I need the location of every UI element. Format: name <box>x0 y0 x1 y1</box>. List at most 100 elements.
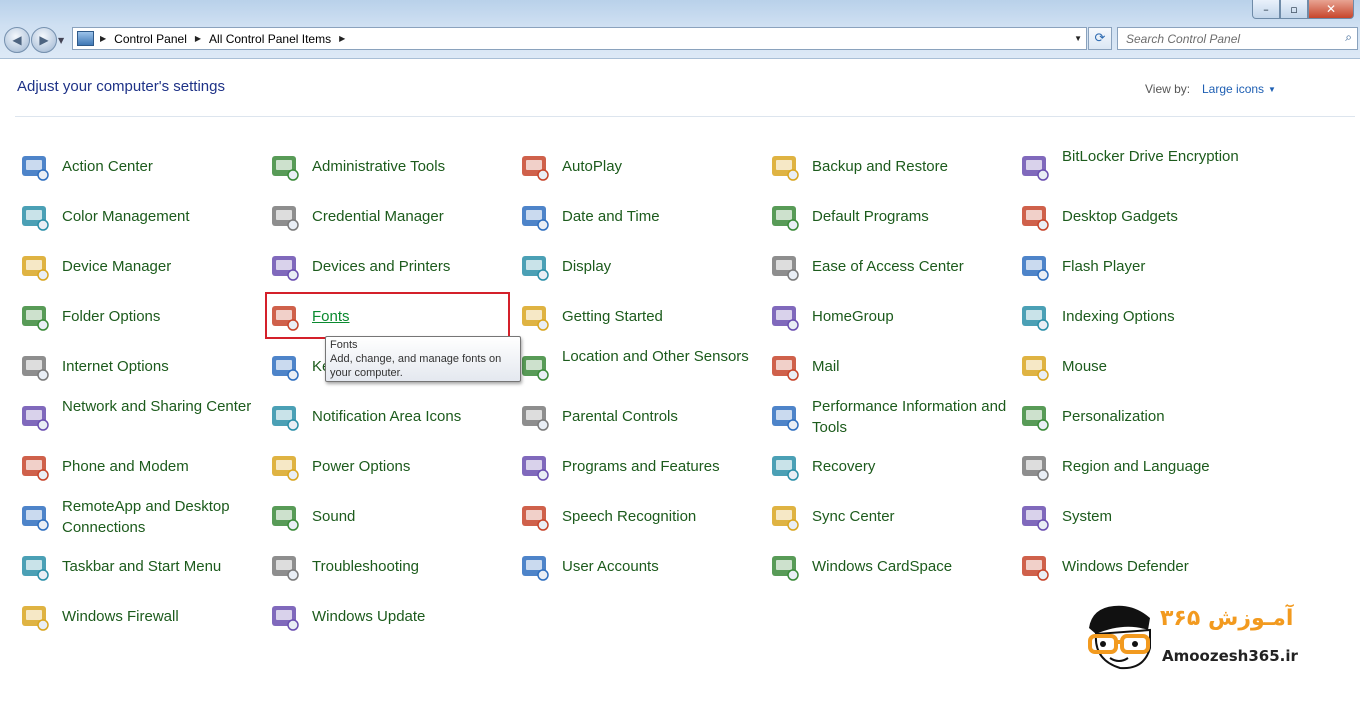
control-panel-item-label: Region and Language <box>1062 458 1210 475</box>
programs-features-icon <box>519 451 551 483</box>
control-panel-item[interactable]: Backup and Restore <box>767 147 1002 187</box>
homegroup-icon <box>769 301 801 333</box>
search-box[interactable]: ⌕ <box>1117 27 1358 50</box>
chevron-down-icon: ▼ <box>1268 85 1276 94</box>
ease-of-access-icon <box>769 251 801 283</box>
chevron-right-icon[interactable]: ▶ <box>339 34 345 43</box>
location-sensors-icon <box>519 351 551 383</box>
control-panel-item[interactable]: Windows CardSpace <box>767 547 1002 587</box>
close-button[interactable]: ✕ <box>1308 0 1354 19</box>
control-panel-item[interactable]: Credential Manager <box>267 197 502 237</box>
control-panel-item[interactable]: Devices and Printers <box>267 247 502 287</box>
control-panel-item[interactable]: Power Options <box>267 447 502 487</box>
page-title: Adjust your computer's settings <box>17 78 225 95</box>
system-computer-icon <box>1019 501 1051 533</box>
control-panel-item[interactable]: Mail <box>767 347 1002 387</box>
control-panel-item-label: Recovery <box>812 458 876 475</box>
window-chrome: – ▫ ✕ ◀ ▶ ▼ ▶ Control Panel ▶ All Contro… <box>0 0 1360 59</box>
tooltip-text: Add, change, and manage fonts on your co… <box>330 353 502 379</box>
chevron-right-icon[interactable]: ▶ <box>195 34 201 43</box>
control-panel-item[interactable]: Display <box>517 247 752 287</box>
maximize-button[interactable]: ▫ <box>1280 0 1308 19</box>
control-panel-item[interactable]: Flash Player <box>1017 247 1252 287</box>
control-panel-item-label: Notification Area Icons <box>312 408 462 425</box>
refresh-button[interactable]: ⟳ <box>1088 27 1112 50</box>
control-panel-item[interactable]: Internet Options <box>17 347 252 387</box>
forward-button[interactable]: ▶ <box>31 27 57 53</box>
control-panel-item[interactable]: Indexing Options <box>1017 297 1252 337</box>
address-history-dropdown-icon[interactable]: ▼ <box>1074 34 1082 43</box>
control-panel-item[interactable]: System <box>1017 497 1252 537</box>
desktop-gadgets-icon <box>1019 201 1051 233</box>
parental-controls-icon <box>519 401 551 433</box>
color-management-icon <box>19 201 51 233</box>
control-panel-item[interactable]: HomeGroup <box>767 297 1002 337</box>
back-button[interactable]: ◀ <box>4 27 30 53</box>
control-panel-item[interactable]: Recovery <box>767 447 1002 487</box>
control-panel-item-label: System <box>1062 508 1113 525</box>
tooltip-title: Fonts <box>330 339 358 351</box>
control-panel-item-label: Color Management <box>62 208 190 225</box>
control-panel-item[interactable]: Performance Information and Tools <box>767 397 1006 437</box>
credential-vault-icon <box>269 201 301 233</box>
control-panel-item[interactable]: BitLocker Drive Encryption <box>1017 147 1252 187</box>
breadcrumb-all-items[interactable]: All Control Panel Items <box>209 32 331 46</box>
recovery-icon <box>769 451 801 483</box>
control-panel-item-label: Phone and Modem <box>62 458 189 475</box>
control-panel-item-label: Ease of Access Center <box>812 258 964 275</box>
control-panel-item[interactable]: Sound <box>267 497 502 537</box>
control-panel-item[interactable]: Default Programs <box>767 197 1002 237</box>
fonts-tooltip: Fonts Add, change, and manage fonts on y… <box>325 336 521 382</box>
control-panel-item[interactable]: Notification Area Icons <box>267 397 502 437</box>
control-panel-item-label: Parental Controls <box>562 408 678 425</box>
control-panel-item[interactable]: Color Management <box>17 197 252 237</box>
control-panel-item[interactable]: Windows Defender <box>1017 547 1252 587</box>
view-by-dropdown[interactable]: Large icons ▼ <box>1202 82 1276 96</box>
control-panel-item-label: Internet Options <box>62 358 169 375</box>
control-panel-item-label: Speech Recognition <box>562 508 697 525</box>
control-panel-item[interactable]: Windows Firewall <box>17 597 252 637</box>
control-panel-item[interactable]: Date and Time <box>517 197 752 237</box>
control-panel-item[interactable]: Personalization <box>1017 397 1252 437</box>
address-bar[interactable]: ▶ Control Panel ▶ All Control Panel Item… <box>72 27 1087 50</box>
control-panel-item[interactable]: Programs and Features <box>517 447 752 487</box>
control-panel-item[interactable]: User Accounts <box>517 547 752 587</box>
breadcrumb-control-panel[interactable]: Control Panel <box>114 32 187 46</box>
control-panel-item[interactable]: Desktop Gadgets <box>1017 197 1252 237</box>
control-panel-item[interactable]: Administrative Tools <box>267 147 502 187</box>
control-panel-item[interactable]: Getting Started <box>517 297 752 337</box>
control-panel-item[interactable]: Mouse <box>1017 347 1252 387</box>
recent-pages-dropdown[interactable]: ▼ <box>58 36 64 45</box>
search-icon[interactable]: ⌕ <box>1345 30 1352 45</box>
control-panel-item-label: AutoPlay <box>562 158 623 175</box>
control-panel-item[interactable]: Phone and Modem <box>17 447 252 487</box>
control-panel-item[interactable]: Speech Recognition <box>517 497 752 537</box>
personalization-icon <box>1019 401 1051 433</box>
divider <box>15 116 1355 117</box>
search-input[interactable] <box>1124 30 1333 47</box>
power-options-icon <box>269 451 301 483</box>
control-panel-item[interactable]: AutoPlay <box>517 147 752 187</box>
control-panel-item[interactable]: Windows Update <box>267 597 502 637</box>
control-panel-item[interactable]: Taskbar and Start Menu <box>17 547 252 587</box>
fonts-highlight-box <box>265 292 510 339</box>
control-panel-item[interactable]: RemoteApp and Desktop Connections <box>17 497 252 537</box>
minimize-button[interactable]: – <box>1252 0 1280 19</box>
control-panel-item[interactable]: Region and Language <box>1017 447 1252 487</box>
control-panel-item[interactable]: Troubleshooting <box>267 547 502 587</box>
control-panel-item-label: Sound <box>312 508 356 525</box>
control-panel-item-label: Administrative Tools <box>312 158 446 175</box>
control-panel-item-label: Display <box>562 258 612 275</box>
control-panel-item[interactable]: Parental Controls <box>517 397 752 437</box>
control-panel-item[interactable]: Ease of Access Center <box>767 247 1002 287</box>
control-panel-item[interactable]: Network and Sharing Center <box>17 397 252 437</box>
control-panel-item[interactable]: Action Center <box>17 147 252 187</box>
control-panel-item[interactable]: Folder Options <box>17 297 252 337</box>
control-panel-item[interactable]: Device Manager <box>17 247 252 287</box>
calendar-clock-icon <box>519 201 551 233</box>
backup-restore-icon <box>769 151 801 183</box>
control-panel-item[interactable]: Location and Other Sensors <box>517 347 752 387</box>
control-panel-item-label: Folder Options <box>62 308 161 325</box>
chevron-right-icon[interactable]: ▶ <box>100 34 106 43</box>
control-panel-item[interactable]: Sync Center <box>767 497 1002 537</box>
